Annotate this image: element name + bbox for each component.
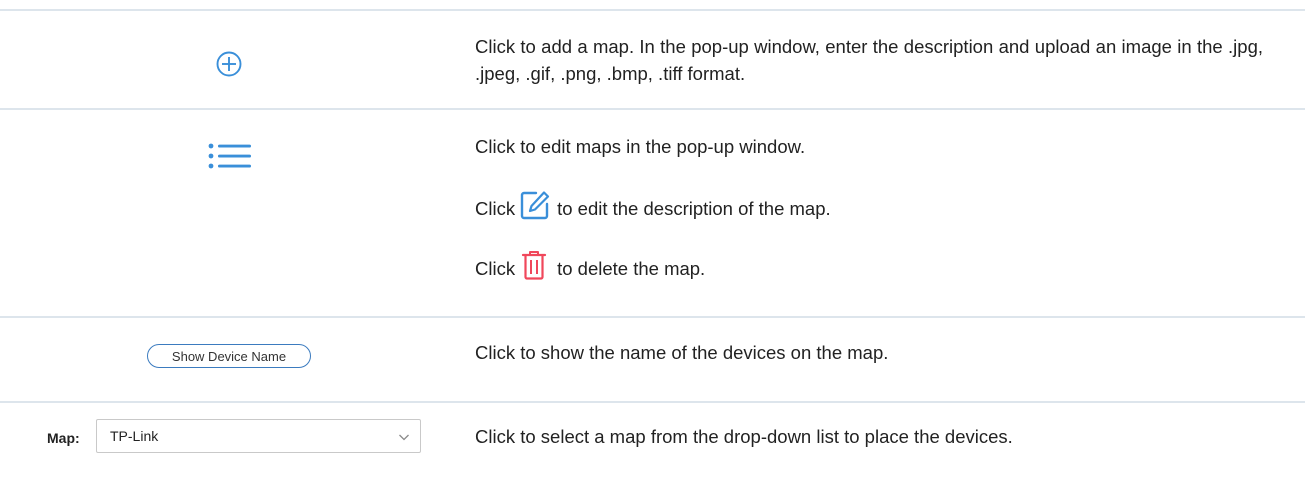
table-row: Click to edit maps in the pop-up window.…	[0, 108, 1305, 316]
table-row: Click to add a map. In the pop-up window…	[0, 9, 1305, 108]
delete-instruction: Click to delete the map.	[475, 250, 705, 286]
chevron-down-icon	[398, 430, 410, 448]
list-icon[interactable]	[207, 140, 253, 185]
map-select-label: Map:	[47, 430, 80, 446]
edit-suffix: to edit the description of the map.	[557, 197, 831, 219]
description-cell: Click to show the name of the devices on…	[475, 318, 1285, 401]
map-dropdown[interactable]: TP-Link	[96, 419, 421, 453]
edit-icon[interactable]	[519, 189, 551, 228]
description-cell: Click to select a map from the drop-down…	[475, 403, 1285, 487]
delete-prefix: Click	[475, 257, 516, 279]
edit-prefix: Click	[475, 197, 516, 219]
table-row: Show Device Name Click to show the name …	[0, 316, 1305, 401]
description-cell: Click to add a map. In the pop-up window…	[475, 11, 1285, 108]
description-cell: Click to edit maps in the pop-up window.…	[475, 110, 1285, 316]
row-description: Click to edit maps in the pop-up window.	[475, 136, 806, 157]
map-dropdown-value: TP-Link	[110, 428, 159, 444]
icon-cell	[0, 11, 435, 108]
edit-instruction: Click to edit the description of the map…	[475, 190, 831, 226]
row-description: Click to show the name of the devices on…	[475, 342, 889, 363]
row-description: Click to add a map. In the pop-up window…	[475, 36, 1263, 84]
show-device-name-button[interactable]: Show Device Name	[147, 344, 311, 368]
add-circle-icon[interactable]	[206, 42, 252, 91]
delete-suffix: to delete the map.	[557, 257, 706, 279]
icon-cell: Map: TP-Link	[0, 403, 435, 487]
table-row: Map: TP-Link Click to select a map from …	[0, 401, 1305, 487]
trash-icon[interactable]	[521, 250, 547, 287]
icon-cell	[0, 110, 435, 316]
row-description: Click to select a map from the drop-down…	[475, 426, 1013, 447]
icon-cell: Show Device Name	[0, 318, 435, 401]
map-controls-table: Click to add a map. In the pop-up window…	[0, 0, 1305, 487]
